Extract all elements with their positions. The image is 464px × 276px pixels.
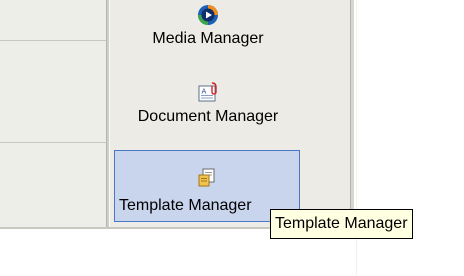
panel-border: [350, 0, 354, 227]
media-manager-button[interactable]: Media Manager: [114, 4, 302, 48]
media-manager-label: Media Manager: [152, 30, 264, 47]
template-icon: [198, 168, 215, 187]
row-divider: [0, 142, 106, 143]
media-player-icon: [198, 5, 218, 25]
content-list-panel: [0, 0, 106, 227]
app-window: Media Manager A Document Manager Templat: [0, 0, 464, 276]
manager-launcher-panel: Media Manager A Document Manager Templat: [110, 0, 350, 227]
document-manager-label: Document Manager: [137, 108, 279, 125]
template-manager-label: Template Manager: [119, 197, 252, 214]
document-icon: A: [198, 82, 217, 102]
row-divider: [0, 40, 106, 41]
svg-text:A: A: [202, 88, 207, 96]
tooltip: Template Manager: [270, 209, 413, 239]
document-manager-button[interactable]: A Document Manager: [114, 82, 302, 126]
